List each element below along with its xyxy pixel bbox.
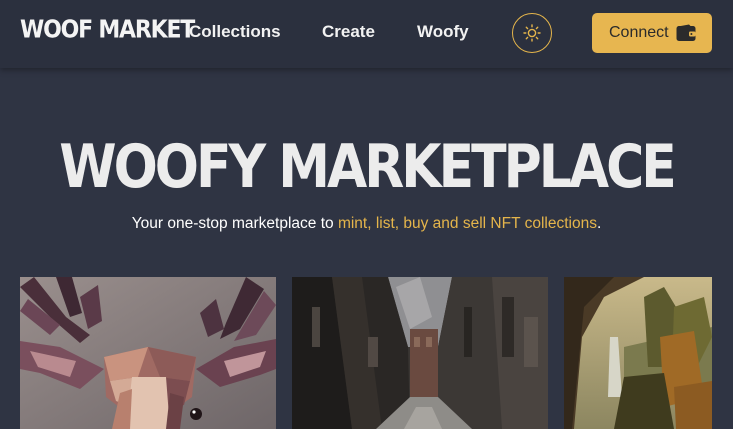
- nav-link-create[interactable]: Create: [322, 22, 375, 42]
- nft-image-forest-waterfall: [564, 277, 712, 429]
- logo[interactable]: WOOF MARKET: [20, 16, 195, 44]
- nft-image-lowpoly-deer: [20, 277, 276, 429]
- nft-image-city-alley: [292, 277, 548, 429]
- wallet-icon: [676, 24, 696, 41]
- theme-toggle-button[interactable]: [512, 13, 552, 53]
- nav-link-collections[interactable]: Collections: [189, 22, 281, 42]
- subtitle-text: Your one-stop marketplace to: [131, 215, 338, 232]
- connect-label: Connect: [609, 24, 669, 41]
- nft-card-landscape[interactable]: [564, 277, 712, 429]
- top-nav-bar: WOOF MARKET Collections Create Woofy Con…: [0, 0, 733, 68]
- nft-card-deer[interactable]: [20, 277, 276, 429]
- connect-wallet-button[interactable]: Connect: [592, 13, 712, 53]
- subtitle-period: .: [596, 215, 602, 232]
- hero-subtitle: Your one-stop marketplace to mint, list,…: [0, 215, 733, 233]
- subtitle-accent-text: mint, list, buy and sell NFT collections: [337, 215, 597, 232]
- hero-title: WOOFY MARKETPLACE: [59, 133, 677, 202]
- nav-link-woofy[interactable]: Woofy: [417, 22, 469, 42]
- sun-icon: [523, 24, 541, 42]
- nft-card-alley[interactable]: [292, 277, 548, 429]
